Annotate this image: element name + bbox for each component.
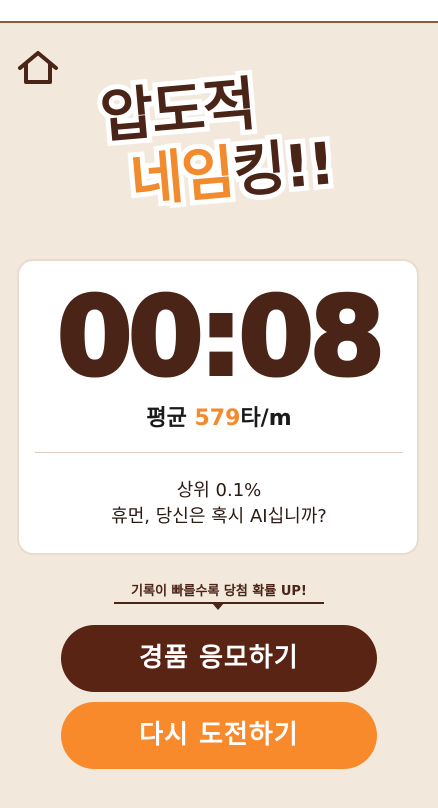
- home-icon: [18, 51, 58, 84]
- logo-line1: 압도적: [93, 65, 262, 156]
- top-bar: [0, 0, 438, 21]
- logo-line2-orange: 네임: [123, 133, 241, 220]
- rank-message: 상위 0.1% 휴먼, 당신은 혹시 AI십니까?: [0, 478, 438, 530]
- rank-percentile: 상위 0.1%: [176, 480, 262, 501]
- top-divider: [0, 21, 438, 23]
- average-label: 평균: [146, 406, 195, 431]
- retry-button[interactable]: 다시 도전하기: [61, 702, 377, 769]
- rank-comment: 휴먼, 당신은 혹시 AI십니까?: [111, 506, 327, 527]
- logo-line2-brown: 킹!!: [225, 124, 341, 210]
- app-logo: 압도적 네임킹!!: [88, 65, 358, 234]
- elapsed-timer: 00:08: [55, 275, 387, 400]
- average-speed: 평균 579타/m: [0, 400, 438, 432]
- hint-caret-icon: [212, 603, 224, 610]
- card-divider: [35, 452, 403, 453]
- apply-prize-button[interactable]: 경품 응모하기: [61, 625, 377, 692]
- average-unit: 타/m: [240, 406, 292, 431]
- average-value: 579: [194, 406, 241, 431]
- home-button[interactable]: [16, 48, 60, 88]
- prize-hint: 기록이 빠를수록 당첨 확률 UP!: [131, 584, 307, 599]
- logo-line2: 네임킹!!: [123, 124, 341, 219]
